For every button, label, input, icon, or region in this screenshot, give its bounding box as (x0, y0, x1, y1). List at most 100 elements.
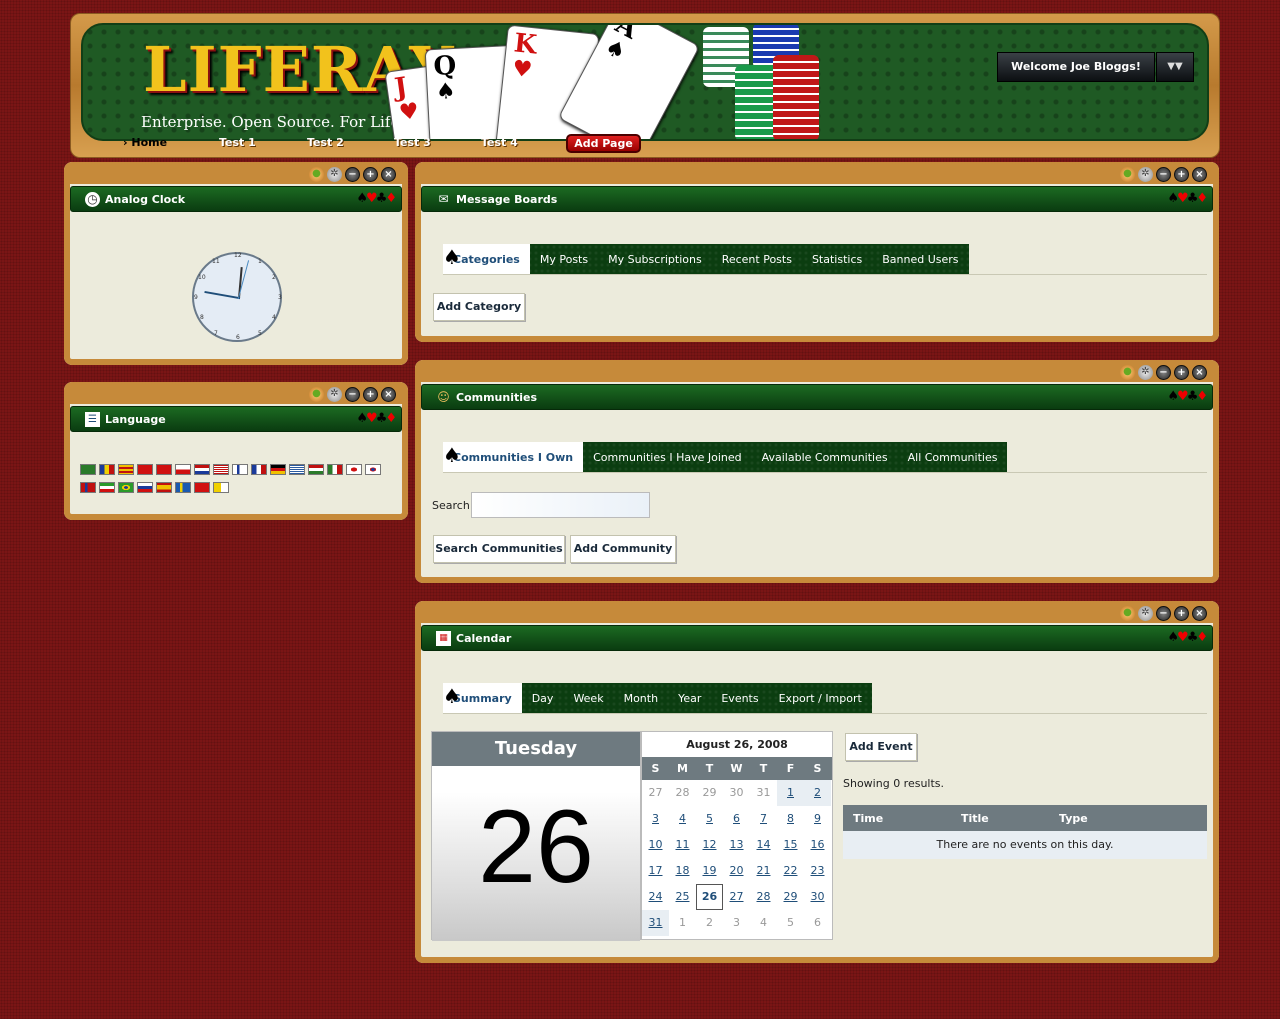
calendar-day[interactable]: 7 (750, 806, 777, 832)
flag-japanese[interactable] (346, 464, 362, 475)
tab-categories[interactable]: Categories (443, 242, 530, 275)
calendar-day[interactable]: 4 (669, 806, 696, 832)
flag-persian[interactable] (99, 482, 115, 493)
nav-item-test-4[interactable]: Test 4 (481, 136, 518, 149)
column-header-title[interactable]: Title (961, 812, 989, 825)
calendar-day[interactable]: 25 (669, 884, 696, 910)
flag-hungarian[interactable] (308, 464, 324, 475)
flag-turkish[interactable] (194, 482, 210, 493)
flag-german[interactable] (270, 464, 286, 475)
minimize-icon[interactable]: − (1156, 606, 1171, 621)
flag-spanish[interactable] (156, 482, 172, 493)
tab-recent-posts[interactable]: Recent Posts (712, 244, 802, 275)
flag-chinese[interactable] (137, 464, 153, 475)
flag-catalan[interactable] (99, 464, 115, 475)
add-category-button[interactable]: Add Category (433, 293, 525, 321)
calendar-day-today[interactable]: 26 (696, 884, 723, 910)
close-icon[interactable]: × (1192, 167, 1207, 182)
tab-month[interactable]: Month (614, 683, 668, 714)
calendar-day[interactable]: 18 (669, 858, 696, 884)
look-and-feel-icon[interactable]: ● (1120, 365, 1135, 380)
calendar-day[interactable]: 16 (804, 832, 831, 858)
calendar-day[interactable]: 31 (642, 910, 669, 936)
calendar-day[interactable]: 9 (804, 806, 831, 832)
flag-english[interactable] (213, 464, 229, 475)
maximize-icon[interactable]: + (363, 387, 378, 402)
calendar-day[interactable]: 2 (804, 780, 831, 806)
calendar-day[interactable]: 5 (696, 806, 723, 832)
calendar-day[interactable]: 10 (642, 832, 669, 858)
flag-swedish[interactable] (175, 482, 191, 493)
flag-vietnamese[interactable] (213, 482, 229, 493)
calendar-day[interactable]: 21 (750, 858, 777, 884)
close-icon[interactable]: × (1192, 365, 1207, 380)
tab-all-communities[interactable]: All Communities (898, 442, 1008, 473)
flag-dutch[interactable] (194, 464, 210, 475)
calendar-day[interactable]: 22 (777, 858, 804, 884)
column-header-time[interactable]: Time (853, 812, 883, 825)
column-header-type[interactable]: Type (1059, 812, 1088, 825)
flag-finnish[interactable] (232, 464, 248, 475)
tab-week[interactable]: Week (563, 683, 613, 714)
tab-my-posts[interactable]: My Posts (530, 244, 598, 275)
maximize-icon[interactable]: + (1174, 167, 1189, 182)
search-input[interactable] (471, 492, 650, 518)
tab-communities-i-have-joined[interactable]: Communities I Have Joined (583, 442, 751, 473)
flag-korean[interactable] (365, 464, 381, 475)
calendar-day[interactable]: 27 (723, 884, 750, 910)
tab-year[interactable]: Year (668, 683, 711, 714)
maximize-icon[interactable]: + (1174, 365, 1189, 380)
add-event-button[interactable]: Add Event (845, 733, 917, 761)
calendar-day[interactable]: 6 (723, 806, 750, 832)
calendar-day[interactable]: 29 (777, 884, 804, 910)
configuration-icon[interactable]: ✲ (1138, 167, 1153, 182)
search-communities-button[interactable]: Search Communities (433, 535, 565, 563)
nav-item-test-2[interactable]: Test 2 (307, 136, 344, 149)
flag-arabic[interactable] (80, 464, 96, 475)
maximize-icon[interactable]: + (1174, 606, 1189, 621)
look-and-feel-icon[interactable]: ● (309, 387, 324, 402)
minimize-icon[interactable]: − (345, 387, 360, 402)
calendar-day[interactable]: 15 (777, 832, 804, 858)
tab-communities-i-own[interactable]: Communities I Own (443, 440, 584, 473)
tab-statistics[interactable]: Statistics (802, 244, 872, 275)
tab-summary[interactable]: Summary (443, 681, 522, 714)
flag-norwegian[interactable] (80, 482, 96, 493)
welcome-dock[interactable]: Welcome Joe Bloggs! (997, 52, 1155, 82)
maximize-icon[interactable]: + (363, 167, 378, 182)
calendar-day[interactable]: 24 (642, 884, 669, 910)
calendar-day[interactable]: 28 (750, 884, 777, 910)
calendar-day[interactable]: 14 (750, 832, 777, 858)
look-and-feel-icon[interactable]: ● (309, 167, 324, 182)
close-icon[interactable]: × (381, 387, 396, 402)
calendar-day[interactable]: 20 (723, 858, 750, 884)
tab-events[interactable]: Events (711, 683, 768, 714)
look-and-feel-icon[interactable]: ● (1120, 167, 1135, 182)
minimize-icon[interactable]: − (345, 167, 360, 182)
nav-item-test-1[interactable]: Test 1 (219, 136, 256, 149)
configuration-icon[interactable]: ✲ (1138, 365, 1153, 380)
calendar-day[interactable]: 17 (642, 858, 669, 884)
flag-catalan-2[interactable] (118, 464, 134, 475)
flag-taiwanese[interactable] (156, 464, 172, 475)
flag-czech[interactable] (175, 464, 191, 475)
tab-banned-users[interactable]: Banned Users (872, 244, 968, 275)
nav-item-home[interactable]: › Home (123, 136, 167, 149)
close-icon[interactable]: × (1192, 606, 1207, 621)
minimize-icon[interactable]: − (1156, 365, 1171, 380)
dock-menu-icon[interactable]: ▼▼ (1156, 52, 1194, 82)
calendar-day[interactable]: 23 (804, 858, 831, 884)
calendar-day[interactable]: 12 (696, 832, 723, 858)
look-and-feel-icon[interactable]: ● (1120, 606, 1135, 621)
flag-italian[interactable] (327, 464, 343, 475)
tab-day[interactable]: Day (522, 683, 564, 714)
minimize-icon[interactable]: − (1156, 167, 1171, 182)
calendar-day[interactable]: 19 (696, 858, 723, 884)
add-page-button[interactable]: Add Page (566, 134, 641, 153)
flag-greek[interactable] (289, 464, 305, 475)
calendar-day[interactable]: 3 (642, 806, 669, 832)
calendar-day[interactable]: 1 (777, 780, 804, 806)
nav-item-test-3[interactable]: Test 3 (394, 136, 431, 149)
tab-my-subscriptions[interactable]: My Subscriptions (598, 244, 712, 275)
configuration-icon[interactable]: ✲ (327, 387, 342, 402)
